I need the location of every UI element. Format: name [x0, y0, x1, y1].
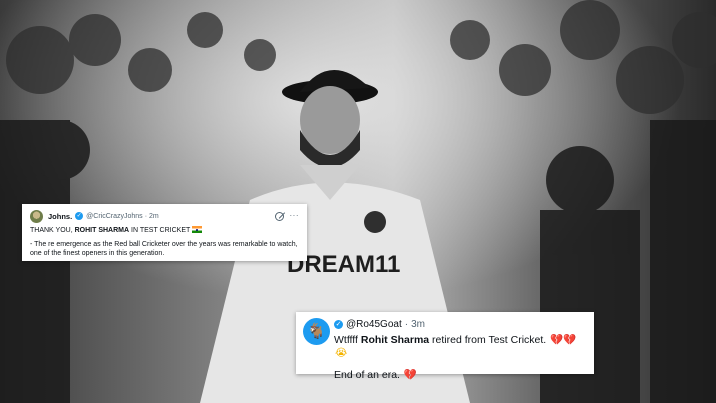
highlight-name: Rohit Sharma	[360, 334, 430, 346]
user-handle[interactable]: @Ro45Goat	[346, 319, 402, 330]
tweet-header: ✓ @Ro45Goat · 3m	[334, 317, 586, 331]
tweet-header: Johns. ✓ @CricCrazyJohns · 2m ···	[30, 209, 299, 223]
tweet-body: - The re emergence as the Red ball Crick…	[30, 241, 298, 257]
grok-icon[interactable]	[274, 211, 284, 221]
tweet-card-bottom: 🐐 ✓ @Ro45Goat · 3m Wtffff Rohit Sharma r…	[296, 312, 594, 381]
display-name[interactable]: Johns.	[48, 212, 72, 221]
user-handle[interactable]: @CricCrazyJohns	[86, 213, 143, 220]
goat-avatar-icon[interactable]: 🐐	[303, 318, 330, 345]
more-horizontal-icon[interactable]: ···	[290, 212, 300, 220]
highlight-name: ROHIT SHARMA	[74, 227, 130, 234]
verified-badge-icon: ✓	[75, 212, 84, 220]
image-canvas: DREAM11 Johns. ✓ @CricCrazyJohns · 2m ··…	[0, 0, 716, 403]
user-avatar[interactable]	[30, 209, 43, 223]
broken-heart-icon: 💔	[403, 369, 417, 381]
tweet-text: Wtffff Rohit Sharma retired from Test Cr…	[334, 334, 577, 359]
separator-dot: ·	[404, 318, 409, 330]
crying-face-icon: 😭	[335, 347, 348, 359]
tweet-time[interactable]: 2m	[149, 213, 159, 220]
verified-badge-icon: ✓	[334, 319, 343, 329]
tweet-headline: THANK YOU, ROHIT SHARMA IN TEST CRICKET	[30, 226, 299, 235]
india-flag-icon	[192, 226, 203, 233]
tweet-time[interactable]: 3m	[411, 319, 425, 330]
tweet-card-top: Johns. ✓ @CricCrazyJohns · 2m ··· THANK …	[22, 204, 307, 261]
separator-dot: ·	[144, 212, 148, 220]
tweet-text-line2: End of an era. 💔	[334, 369, 417, 381]
broken-heart-icon: 💔💔	[550, 334, 577, 346]
